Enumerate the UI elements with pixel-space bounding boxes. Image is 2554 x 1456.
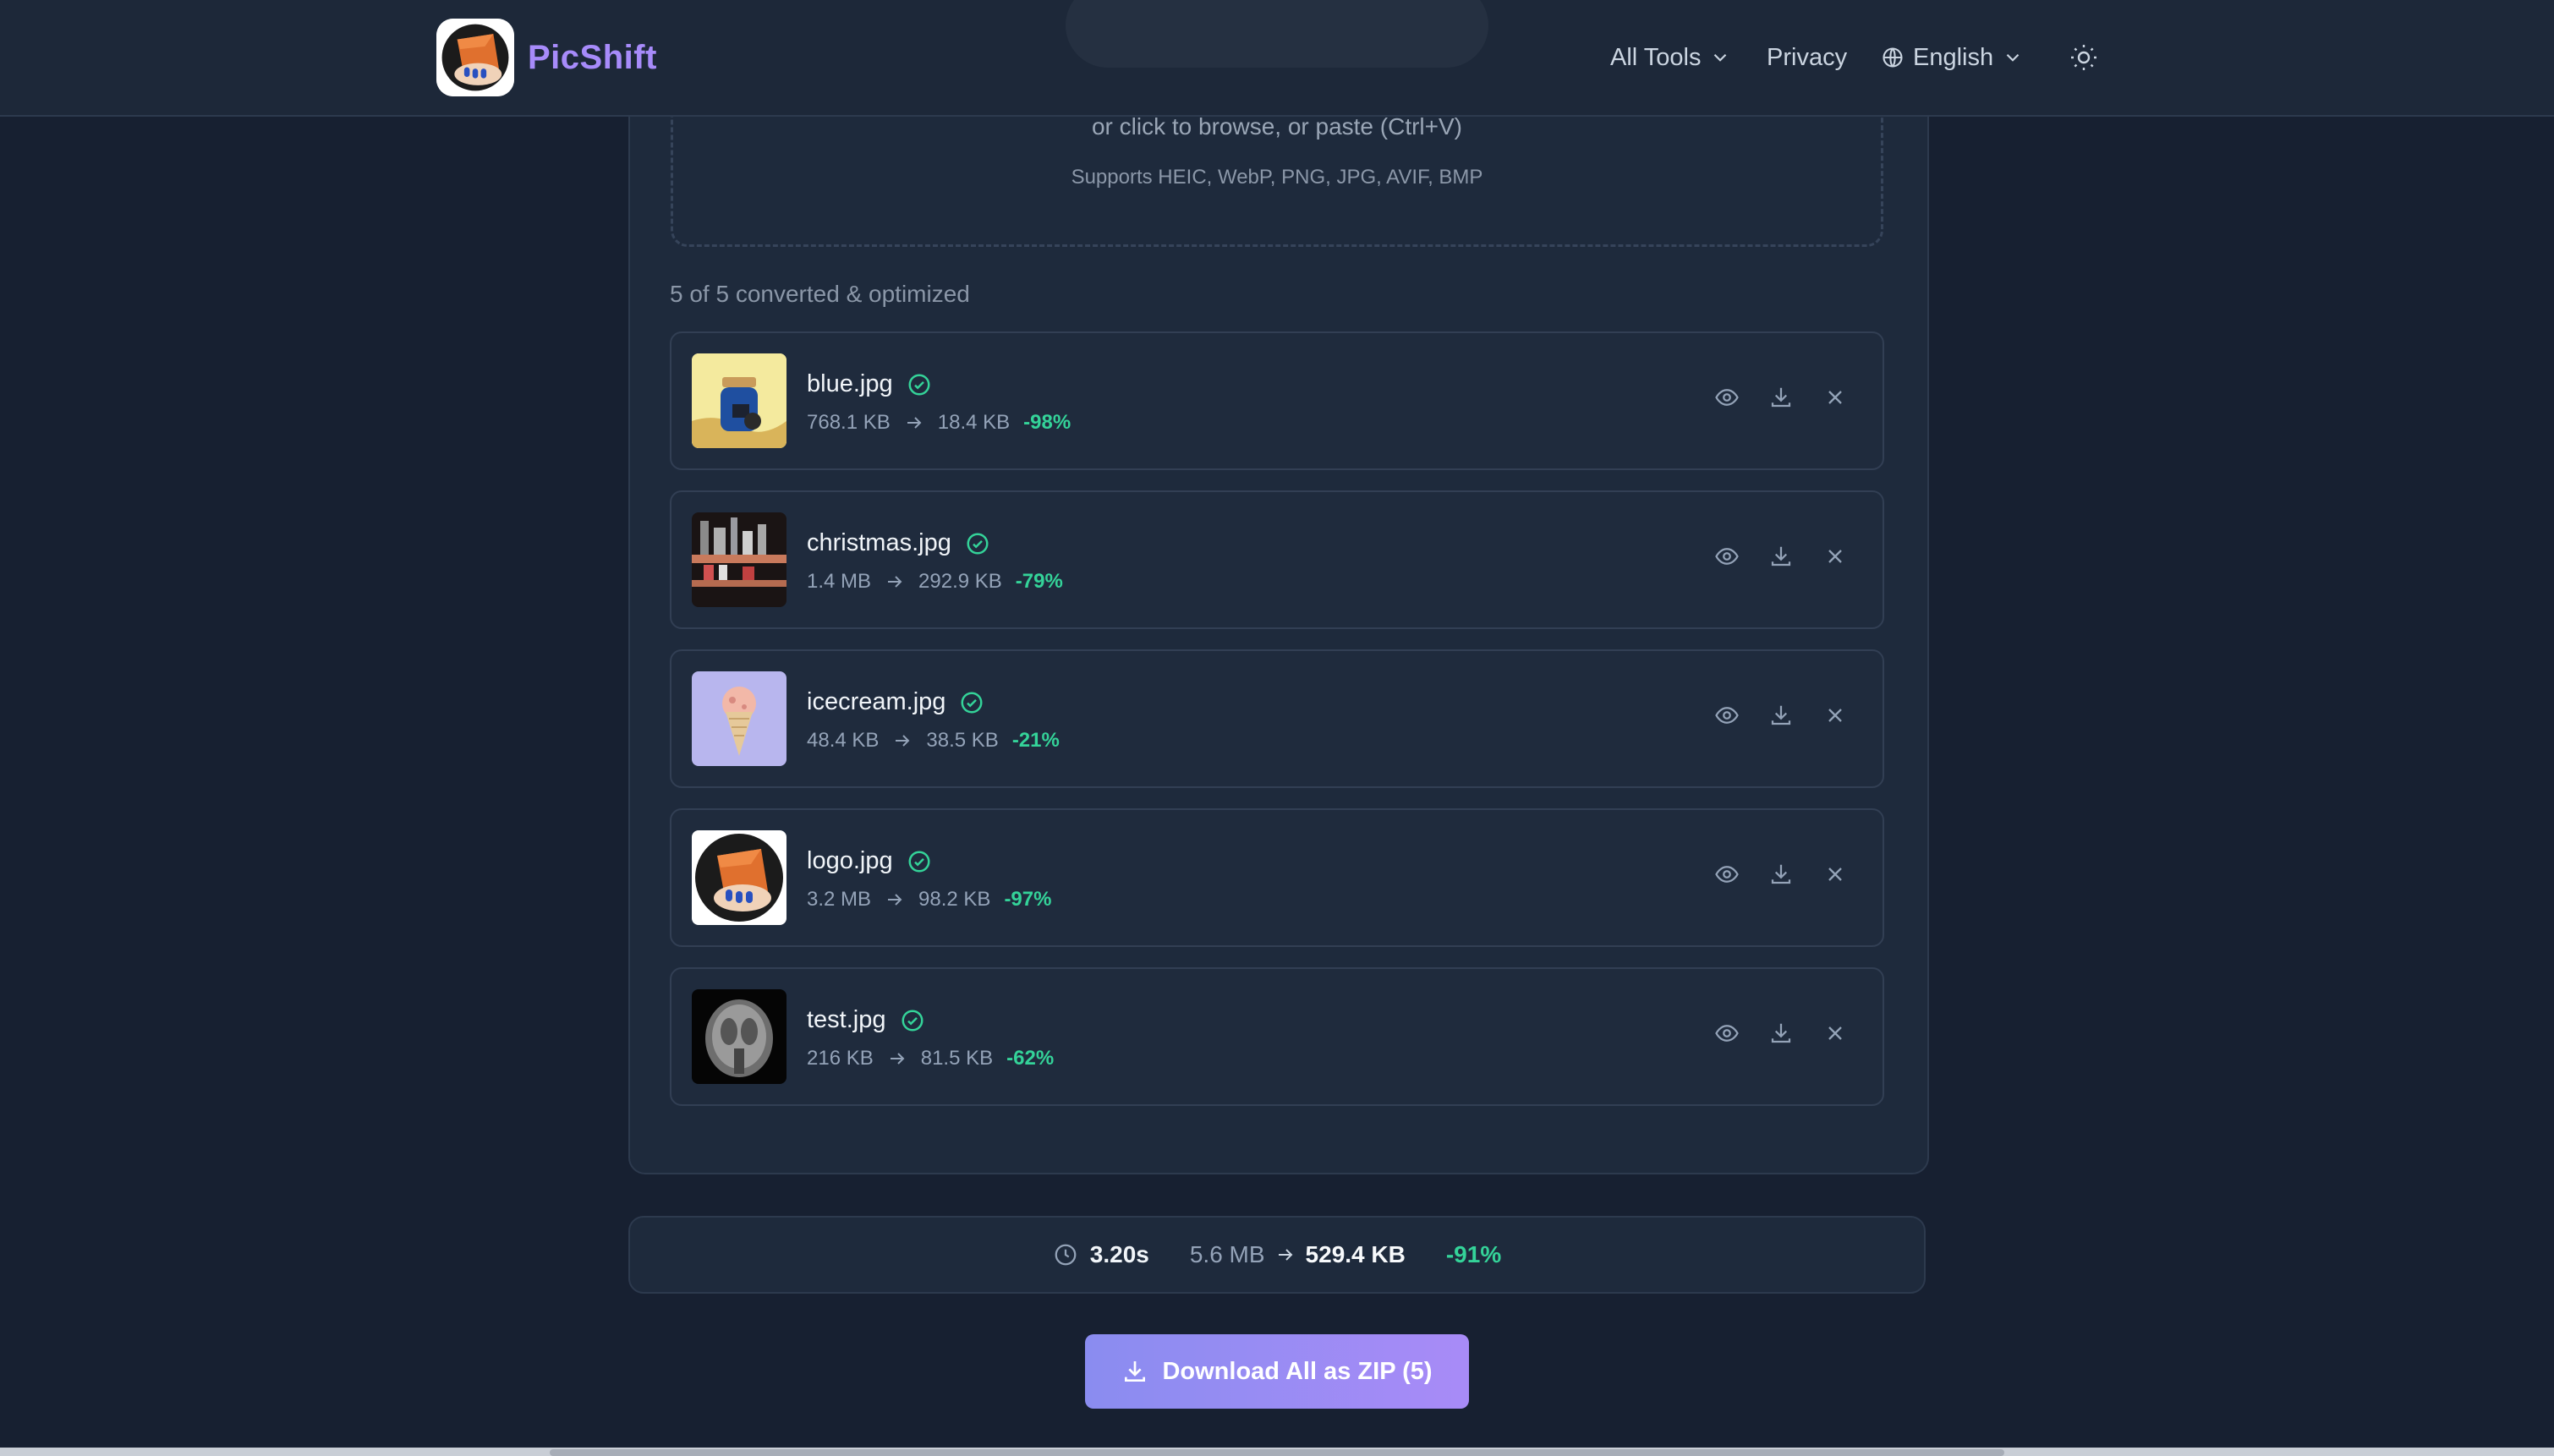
language-selector[interactable]: English — [1881, 44, 2024, 72]
download-icon[interactable] — [1768, 1020, 1795, 1047]
mri-thumbnail — [692, 989, 786, 1084]
file-row: blue.jpg 768.1 KB 18.4 KB -98% — [670, 331, 1884, 470]
clock-icon — [1055, 1244, 1077, 1266]
file-row: logo.jpg 3.2 MB 98.2 KB -97% — [670, 808, 1884, 947]
original-size: 1.4 MB — [807, 570, 872, 593]
file-name: blue.jpg — [807, 370, 893, 397]
download-icon[interactable] — [1768, 543, 1795, 570]
arrow-right-icon — [907, 417, 922, 429]
success-check-icon — [908, 851, 930, 872]
optimized-size: 38.5 KB — [926, 729, 999, 752]
download-icon[interactable] — [1768, 702, 1795, 729]
preview-eye-icon[interactable] — [1713, 384, 1740, 411]
reduction-badge: -98% — [1023, 411, 1071, 434]
dropzone-formats: Supports HEIC, WebP, PNG, JPG, AVIF, BMP — [1071, 166, 1483, 189]
elapsed-time: 3.20s — [1089, 1241, 1149, 1267]
brand-logo — [436, 19, 514, 96]
optimized-size: 81.5 KB — [920, 1047, 994, 1070]
optimized-size: 18.4 KB — [937, 411, 1011, 434]
arrow-right-icon — [1278, 1249, 1292, 1261]
globe-icon — [1883, 47, 1903, 68]
remove-close-icon[interactable] — [1822, 702, 1849, 729]
chevron-down-icon — [1714, 53, 1727, 62]
remove-close-icon[interactable] — [1822, 861, 1849, 888]
scrollbar-thumb[interactable] — [550, 1449, 2004, 1456]
reduction-badge: -21% — [1011, 729, 1060, 752]
arrow-right-icon — [890, 1053, 905, 1065]
reduction-badge: -79% — [1015, 570, 1063, 593]
total-reduction: -91% — [1445, 1241, 1502, 1267]
download-all-zip-button[interactable]: Download All as ZIP (5) — [1085, 1334, 1469, 1409]
original-size: 216 KB — [807, 1047, 874, 1070]
total-original-size: 5.6 MB — [1189, 1241, 1265, 1267]
remove-close-icon[interactable] — [1822, 1020, 1849, 1047]
preview-eye-icon[interactable] — [1713, 861, 1740, 888]
preview-eye-icon[interactable] — [1713, 1020, 1740, 1047]
arrow-right-icon — [896, 735, 910, 747]
sun-icon — [2071, 45, 2096, 70]
logo-thumbnail — [692, 830, 786, 925]
original-size: 768.1 KB — [807, 411, 891, 434]
download-icon[interactable] — [1768, 861, 1795, 888]
success-check-icon — [908, 374, 930, 395]
file-name: christmas.jpg — [807, 529, 951, 556]
optimized-size: 292.9 KB — [918, 570, 1002, 593]
language-label: English — [1913, 43, 1994, 71]
dropzone-hint: or click to browse, or paste (Ctrl+V) — [1091, 113, 1463, 140]
success-check-icon — [902, 1010, 923, 1031]
arrow-right-icon — [888, 894, 902, 906]
arrow-right-icon — [888, 576, 902, 588]
download-icon[interactable] — [1768, 384, 1795, 411]
privacy-link[interactable]: Privacy — [1767, 44, 1847, 72]
icecream-thumbnail — [692, 671, 786, 766]
success-check-icon — [967, 533, 989, 554]
download-all-label: Download All as ZIP (5) — [1162, 1357, 1433, 1385]
preview-eye-icon[interactable] — [1713, 702, 1740, 729]
preview-eye-icon[interactable] — [1713, 543, 1740, 570]
file-name: test.jpg — [807, 1006, 886, 1033]
brand-name: PicShift — [528, 38, 657, 76]
shelf-thumbnail — [692, 512, 786, 607]
remove-close-icon[interactable] — [1822, 543, 1849, 570]
reduction-badge: -97% — [1004, 888, 1052, 911]
file-row: christmas.jpg 1.4 MB 292.9 KB -79% — [670, 490, 1884, 629]
summary-bar: 3.20s 5.6 MB 529.4 KB -91% — [628, 1216, 1926, 1294]
top-navbar: PicShift All Tools Privacy English — [0, 0, 2554, 117]
brand[interactable]: PicShift — [436, 19, 657, 96]
reduction-badge: -62% — [1006, 1047, 1055, 1070]
success-check-icon — [961, 692, 983, 713]
blue-jar-thumbnail — [692, 353, 786, 448]
download-icon — [1125, 1361, 1146, 1382]
original-size: 48.4 KB — [807, 729, 880, 752]
chevron-down-icon — [2006, 53, 2020, 62]
file-row: icecream.jpg 48.4 KB 38.5 KB -21% — [670, 649, 1884, 788]
original-size: 3.2 MB — [807, 888, 872, 911]
file-name: icecream.jpg — [807, 688, 946, 715]
conversion-count: 5 of 5 converted & optimized — [670, 281, 970, 307]
all-tools-label: All Tools — [1610, 43, 1702, 71]
privacy-label: Privacy — [1767, 43, 1848, 71]
file-row: test.jpg 216 KB 81.5 KB -62% — [670, 967, 1884, 1106]
all-tools-menu[interactable]: All Tools — [1610, 44, 1731, 72]
total-optimized-size: 529.4 KB — [1305, 1241, 1406, 1267]
file-name: logo.jpg — [807, 847, 893, 874]
horizontal-scrollbar[interactable] — [0, 1448, 2554, 1456]
theme-toggle[interactable] — [2069, 42, 2099, 73]
optimized-size: 98.2 KB — [918, 888, 991, 911]
remove-close-icon[interactable] — [1822, 384, 1849, 411]
